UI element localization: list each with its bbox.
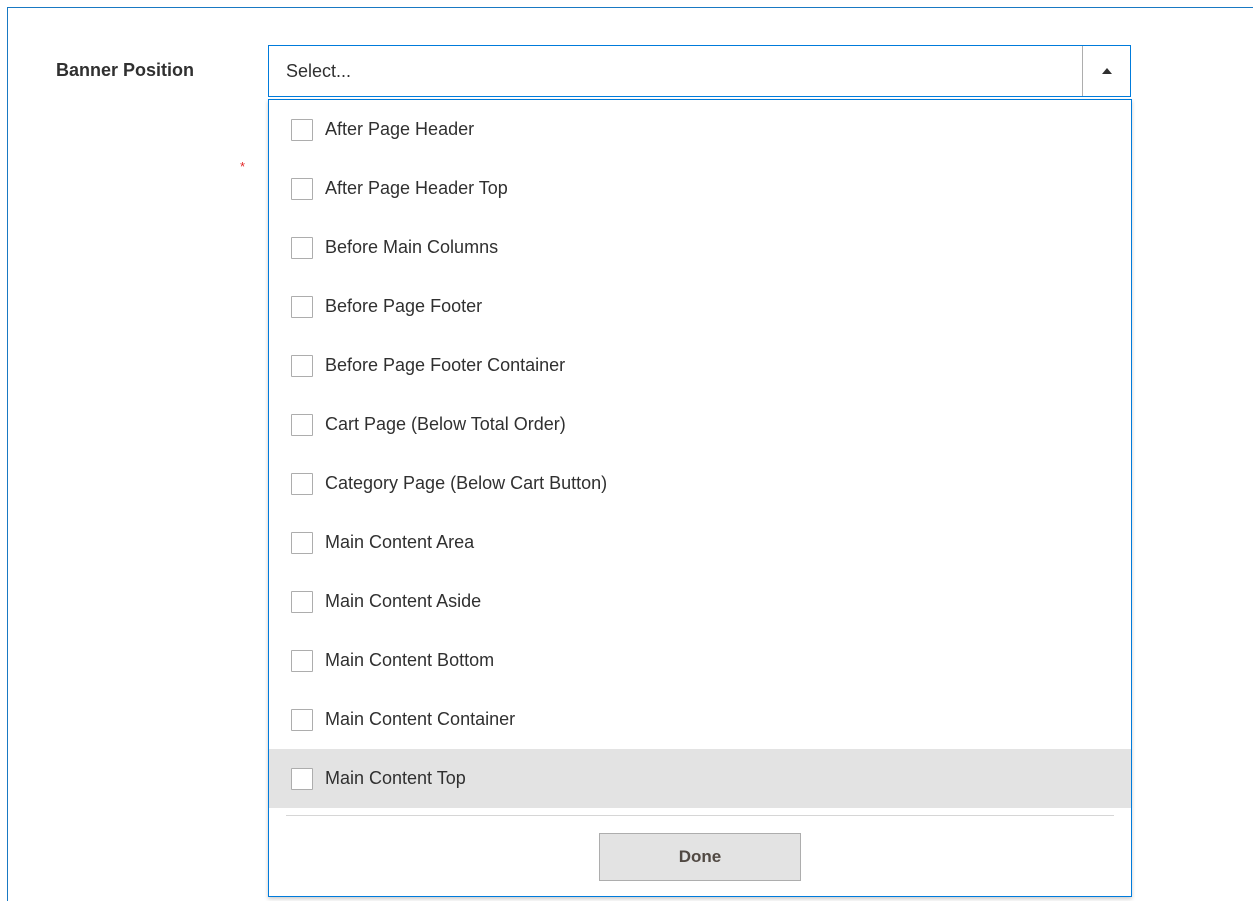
option-label: Main Content Container [325,709,516,729]
option-item[interactable]: After Page Header [269,100,1131,159]
required-marker: * [240,159,246,174]
option-checkbox[interactable] [291,649,313,672]
option-label: Main Content Aside [325,591,482,611]
option-item[interactable]: After Page Header Top [269,159,1131,218]
option-checkbox[interactable] [291,767,313,790]
option-label: After Page Header Top [325,178,508,198]
option-checkbox[interactable] [291,118,313,141]
option-label: Before Main Columns [325,237,499,257]
option-checkbox[interactable] [291,354,313,377]
option-checkbox[interactable] [291,708,313,731]
option-checkbox[interactable] [291,295,313,318]
option-checkbox[interactable] [291,531,313,554]
option-label: Before Page Footer Container [325,355,566,375]
option-label: Cart Page (Below Total Order) [325,414,566,434]
option-checkbox[interactable] [291,472,313,495]
option-item[interactable]: Main Content Area [269,513,1131,572]
divider [286,815,1114,816]
option-label: After Page Header [325,119,475,139]
options-list: After Page Header After Page Header Top Be… [269,100,1131,808]
option-checkbox[interactable] [291,590,313,613]
option-item[interactable]: Before Page Footer [269,277,1131,336]
select-placeholder: Select... [286,61,352,81]
option-label: Main Content Top [325,768,466,788]
option-item[interactable]: Before Page Footer Container [269,336,1131,395]
option-item[interactable]: Main Content Aside [269,572,1131,631]
caret-up-icon [1101,68,1112,74]
option-item[interactable]: Main Content Top [269,749,1131,808]
option-checkbox[interactable] [291,413,313,436]
option-label: Main Content Area [325,532,475,552]
option-item[interactable]: Cart Page (Below Total Order) [269,395,1131,454]
banner-position-label: Banner Position [56,60,195,80]
options-dropdown: After Page Header After Page Header Top Be… [268,99,1132,897]
option-label: Before Page Footer [325,296,483,316]
option-item[interactable]: Category Page (Below Cart Button) [269,454,1131,513]
option-item[interactable]: Main Content Container [269,690,1131,749]
banner-position-select[interactable]: Select... [268,45,1131,97]
option-item[interactable]: Before Main Columns [269,218,1131,277]
select-toggle-button[interactable] [1082,46,1130,96]
option-checkbox[interactable] [291,177,313,200]
option-label: Main Content Bottom [325,650,495,670]
option-checkbox[interactable] [291,236,313,259]
done-button[interactable]: Done [599,833,801,881]
option-item[interactable]: Main Content Bottom [269,631,1131,690]
option-label: Category Page (Below Cart Button) [325,473,608,493]
